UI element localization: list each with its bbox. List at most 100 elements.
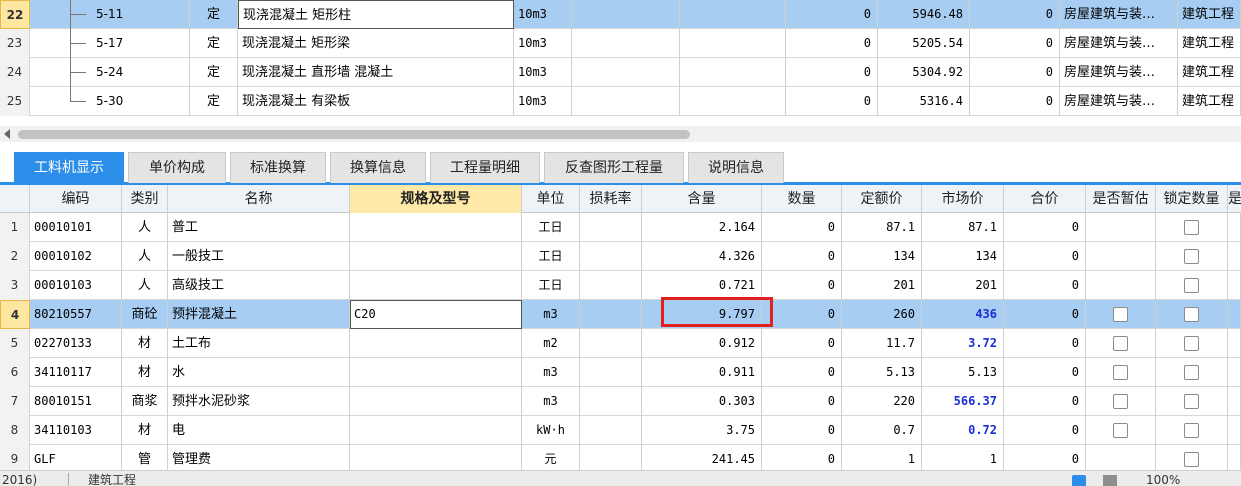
resource-spec-cell[interactable] xyxy=(350,358,522,387)
loss-rate-cell[interactable] xyxy=(580,387,642,416)
quota-price-cell[interactable]: 5205.54 xyxy=(878,29,970,58)
resource-content-cell[interactable]: 4.326 xyxy=(642,242,762,271)
quota-code-cell[interactable]: 5-24 xyxy=(30,58,190,87)
zoom-level[interactable]: 100% xyxy=(1146,473,1180,486)
resource-name-cell[interactable]: 高级技工 xyxy=(168,271,350,300)
provisional-checkbox[interactable] xyxy=(1113,365,1128,380)
header-quota-price[interactable]: 定额价 xyxy=(842,185,922,213)
empty-cell[interactable] xyxy=(680,29,786,58)
quota-type-cell[interactable]: 定 xyxy=(190,0,238,29)
quota-v1-cell[interactable]: 0 xyxy=(786,29,878,58)
resource-qty-cell[interactable]: 0 xyxy=(762,213,842,242)
empty-cell[interactable] xyxy=(680,0,786,29)
resource-quota-cell[interactable]: 11.7 xyxy=(842,329,922,358)
lock-quantity-checkbox[interactable] xyxy=(1184,394,1199,409)
resource-row[interactable]: 3 00010103 人高级技工 工日 0.721 0 201 201 0 xyxy=(0,271,1241,300)
resource-market-cell[interactable]: 0.72 xyxy=(922,416,1004,445)
resource-unit-cell[interactable]: m3 xyxy=(522,387,580,416)
empty-cell[interactable] xyxy=(572,0,680,29)
tab-5[interactable]: 反查图形工程量 xyxy=(544,152,684,183)
provisional-checkbox[interactable] xyxy=(1113,336,1128,351)
resource-spec-cell[interactable] xyxy=(350,329,522,358)
resource-total-cell[interactable]: 0 xyxy=(1004,329,1086,358)
resource-spec-cell[interactable] xyxy=(350,271,522,300)
tab-3[interactable]: 换算信息 xyxy=(330,152,426,183)
loss-rate-cell[interactable] xyxy=(580,300,642,329)
quota-num-cell[interactable]: 25 xyxy=(0,87,30,116)
horizontal-scrollbar[interactable] xyxy=(0,126,1241,142)
resource-qty-cell[interactable]: 0 xyxy=(762,242,842,271)
empty-cell[interactable] xyxy=(680,87,786,116)
quota-v2-cell[interactable]: 0 xyxy=(970,87,1060,116)
empty-cell[interactable] xyxy=(572,87,680,116)
more-cell[interactable] xyxy=(1228,445,1241,470)
lock-quantity-cell[interactable] xyxy=(1156,445,1228,470)
loss-rate-cell[interactable] xyxy=(580,358,642,387)
resource-qty-cell[interactable]: 0 xyxy=(762,358,842,387)
tab-4[interactable]: 工程量明细 xyxy=(430,152,540,183)
lock-quantity-checkbox[interactable] xyxy=(1184,220,1199,235)
resource-row[interactable]: 7 80010151 商浆 预拌水泥砂浆 m3 0.303 0 220 566.37 0 xyxy=(0,387,1241,416)
resource-total-cell[interactable]: 0 xyxy=(1004,242,1086,271)
spec-input[interactable]: C20 xyxy=(350,300,522,329)
loss-rate-cell[interactable] xyxy=(580,416,642,445)
more-cell[interactable] xyxy=(1228,213,1241,242)
provisional-cell[interactable] xyxy=(1086,213,1156,242)
lock-quantity-cell[interactable] xyxy=(1156,387,1228,416)
resource-rn-cell[interactable]: 4 xyxy=(0,300,30,329)
quota-unit-cell[interactable]: 10m3 xyxy=(514,0,572,29)
resource-spec-cell[interactable] xyxy=(350,242,522,271)
resource-rn-cell[interactable]: 6 xyxy=(0,358,30,387)
more-cell[interactable] xyxy=(1228,358,1241,387)
lock-quantity-checkbox[interactable] xyxy=(1184,336,1199,351)
resource-unit-cell[interactable]: 工日 xyxy=(522,213,580,242)
resource-row[interactable]: 4 80210557 商砼 预拌混凝土 m3 9.797 0 260 436 0 C20 xyxy=(0,300,1241,329)
resource-cat-cell[interactable]: 人 xyxy=(122,213,168,242)
header-total[interactable]: 合价 xyxy=(1004,185,1086,213)
provisional-cell[interactable] xyxy=(1086,416,1156,445)
provisional-cell[interactable] xyxy=(1086,329,1156,358)
provisional-cell[interactable] xyxy=(1086,271,1156,300)
resource-market-cell[interactable]: 3.72 xyxy=(922,329,1004,358)
header-category[interactable]: 类别 xyxy=(122,185,168,213)
resource-market-cell[interactable]: 87.1 xyxy=(922,213,1004,242)
quota-profession-cell[interactable]: 建筑工程 xyxy=(1178,29,1241,58)
resource-code-cell[interactable]: 80210557 xyxy=(30,300,122,329)
resource-qty-cell[interactable]: 0 xyxy=(762,300,842,329)
quota-category-cell[interactable]: 房屋建筑与装… xyxy=(1060,29,1178,58)
resource-rn-cell[interactable]: 5 xyxy=(0,329,30,358)
loss-rate-cell[interactable] xyxy=(580,445,642,470)
resource-row[interactable]: 9 GLF 管管理费元 241.45 0 1 1 0 xyxy=(0,445,1241,470)
quota-row[interactable]: 25 5-30 定现浇混凝土 有梁板 10m3 0 5316.4 0 房屋建筑与装… 建筑工程 xyxy=(0,87,1241,116)
quota-v2-cell[interactable]: 0 xyxy=(970,29,1060,58)
quota-name-cell[interactable]: 现浇混凝土 有梁板 xyxy=(238,87,514,116)
provisional-cell[interactable] xyxy=(1086,387,1156,416)
resource-spec-cell[interactable] xyxy=(350,387,522,416)
resource-code-cell[interactable]: 00010101 xyxy=(30,213,122,242)
resource-unit-cell[interactable]: 元 xyxy=(522,445,580,470)
resource-spec-cell[interactable] xyxy=(350,445,522,470)
resource-content-cell[interactable]: 0.911 xyxy=(642,358,762,387)
quota-num-cell[interactable]: 23 xyxy=(0,29,30,58)
resource-market-cell[interactable]: 201 xyxy=(922,271,1004,300)
lock-quantity-cell[interactable] xyxy=(1156,416,1228,445)
provisional-checkbox[interactable] xyxy=(1113,394,1128,409)
resource-market-cell[interactable]: 566.37 xyxy=(922,387,1004,416)
resource-qty-cell[interactable]: 0 xyxy=(762,445,842,470)
lock-quantity-checkbox[interactable] xyxy=(1184,278,1199,293)
quota-unit-cell[interactable]: 10m3 xyxy=(514,58,572,87)
resource-quota-cell[interactable]: 87.1 xyxy=(842,213,922,242)
resource-total-cell[interactable]: 0 xyxy=(1004,271,1086,300)
loss-rate-cell[interactable] xyxy=(580,329,642,358)
scroll-left-icon[interactable] xyxy=(4,129,10,139)
quota-category-cell[interactable]: 房屋建筑与装… xyxy=(1060,0,1178,29)
header-market-price[interactable]: 市场价 xyxy=(922,185,1004,213)
resource-name-cell[interactable]: 水 xyxy=(168,358,350,387)
resource-quota-cell[interactable]: 220 xyxy=(842,387,922,416)
resource-unit-cell[interactable]: m2 xyxy=(522,329,580,358)
quota-price-cell[interactable]: 5946.48 xyxy=(878,0,970,29)
header-spec[interactable]: 规格及型号 xyxy=(350,185,522,213)
resource-code-cell[interactable]: 00010103 xyxy=(30,271,122,300)
resource-unit-cell[interactable]: 工日 xyxy=(522,271,580,300)
lock-quantity-cell[interactable] xyxy=(1156,329,1228,358)
